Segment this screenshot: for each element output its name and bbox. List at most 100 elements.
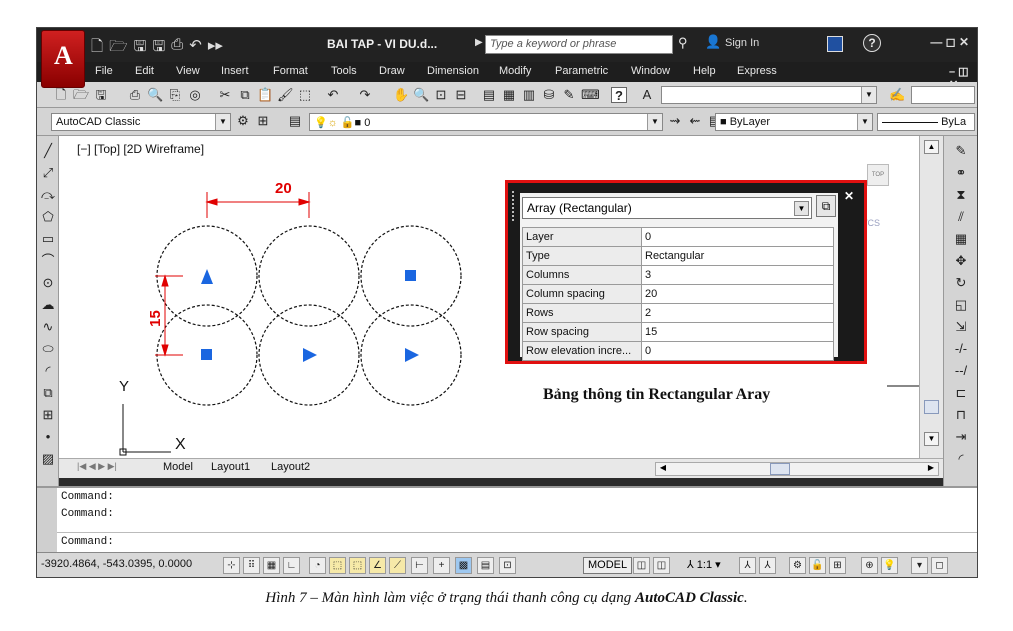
ellipse-arc-icon[interactable]: ◜ xyxy=(39,362,57,380)
snap-mode-icon[interactable]: ⠿ xyxy=(243,557,260,574)
point-icon[interactable]: • xyxy=(39,428,57,446)
publish-icon[interactable]: ⎘ xyxy=(167,87,183,103)
tab-layout1[interactable]: Layout1 xyxy=(211,461,250,473)
mirror-icon[interactable]: ⧗ xyxy=(952,186,970,204)
rectangle-icon[interactable]: ▭ xyxy=(39,230,57,248)
linetype-combo[interactable]: ByLa xyxy=(877,113,975,131)
application-menu-button[interactable]: A xyxy=(41,30,85,88)
open-icon[interactable]: 🗁 xyxy=(109,36,128,61)
extend-icon[interactable]: --/ xyxy=(952,362,970,380)
lightbulb-icon[interactable]: 💡 xyxy=(881,557,898,574)
property-row[interactable]: Type Rectangular xyxy=(522,246,834,266)
menu-view[interactable]: View xyxy=(176,65,200,77)
property-value[interactable]: 0 xyxy=(641,227,834,247)
user-icon[interactable]: 👤 xyxy=(705,34,721,50)
text-style-icon[interactable]: A xyxy=(639,87,655,103)
pan-icon[interactable]: ✋ xyxy=(393,87,409,103)
annotation-visibility-icon[interactable]: ⅄ xyxy=(739,557,756,574)
menu-tools[interactable]: Tools xyxy=(331,65,357,77)
layer-previous-icon[interactable]: ⇜ xyxy=(687,113,703,129)
block-editor-icon[interactable]: ⬚ xyxy=(297,87,313,103)
saveas-icon[interactable]: 🖫 xyxy=(152,36,165,61)
ellipse-icon[interactable]: ⬭ xyxy=(39,340,57,358)
insert-block-icon[interactable]: ⧉ xyxy=(39,384,57,402)
infer-constraints-icon[interactable]: ⊹ xyxy=(223,557,240,574)
scroll-right-button[interactable]: ▶ xyxy=(924,463,938,475)
scroll-up-button[interactable]: ▲ xyxy=(924,140,939,154)
horizontal-scrollbar[interactable]: ◀ ▶ xyxy=(655,462,939,476)
lineweight-icon[interactable]: + xyxy=(433,557,450,574)
save-icon[interactable]: 🖫 xyxy=(93,87,109,103)
workspace-combo[interactable]: AutoCAD Classic ▼ xyxy=(51,113,231,131)
h-scroll-thumb[interactable] xyxy=(770,463,790,475)
paste-icon[interactable]: 📋 xyxy=(257,87,273,103)
chamfer-icon[interactable]: ⇥ xyxy=(952,428,970,446)
selection-cycling-icon[interactable]: ⊡ xyxy=(499,557,516,574)
grip-square[interactable] xyxy=(405,270,416,281)
arc-icon[interactable]: ⌒ xyxy=(39,252,57,270)
object-type-dropdown[interactable]: Array (Rectangular) ▼ xyxy=(522,197,812,219)
menu-express[interactable]: Express xyxy=(737,65,777,77)
make-block-icon[interactable]: ⊞ xyxy=(39,406,57,424)
undo-icon[interactable]: ↶ xyxy=(189,36,202,61)
exchange-icon[interactable] xyxy=(827,36,843,52)
new-icon[interactable]: 🗋 xyxy=(53,87,69,103)
property-value[interactable]: 0 xyxy=(641,341,834,361)
property-row[interactable]: Columns 3 xyxy=(522,265,834,285)
dynamic-ucs-icon[interactable]: ⟋ xyxy=(389,557,406,574)
menu-insert[interactable]: Insert xyxy=(221,65,249,77)
design-center-icon[interactable]: ▦ xyxy=(501,87,517,103)
quick-properties-icon[interactable]: ▤ xyxy=(477,557,494,574)
scale-icon[interactable]: ◱ xyxy=(952,296,970,314)
menu-dimension[interactable]: Dimension xyxy=(427,65,479,77)
menu-file[interactable]: File xyxy=(95,65,113,77)
viewcube[interactable]: TOP xyxy=(867,164,889,186)
text-style-combo[interactable]: ▼ xyxy=(661,86,877,104)
property-row[interactable]: Rows 2 xyxy=(522,303,834,323)
sheet-set-icon[interactable]: ⛁ xyxy=(541,87,557,103)
menu-help[interactable]: Help xyxy=(693,65,716,77)
stretch-icon[interactable]: ⇲ xyxy=(952,318,970,336)
clean-screen-toggle-icon[interactable]: ◻ xyxy=(931,557,948,574)
isolate-objects-icon[interactable]: ⊕ xyxy=(861,557,878,574)
property-row[interactable]: Layer 0 xyxy=(522,227,834,247)
join-icon[interactable]: ⊓ xyxy=(952,406,970,424)
rotate-icon[interactable]: ↻ xyxy=(952,274,970,292)
zoom-window-icon[interactable]: ⊡ xyxy=(433,87,449,103)
search-arrow-icon[interactable]: ▶ xyxy=(475,37,483,48)
viewport-label[interactable]: [−] [Top] [2D Wireframe] xyxy=(77,142,204,156)
object-snap-icon[interactable]: ⬚ xyxy=(329,557,346,574)
line-icon[interactable]: ╱ xyxy=(39,142,57,160)
erase-icon[interactable]: ✎ xyxy=(952,142,970,160)
property-value[interactable]: Rectangular xyxy=(641,246,834,266)
close-icon[interactable]: ✕ xyxy=(844,189,854,203)
open-icon[interactable]: 🗁 xyxy=(73,87,89,103)
construction-line-icon[interactable]: ⤢ xyxy=(39,164,57,182)
new-icon[interactable]: 🗋 xyxy=(91,36,103,61)
fillet-icon[interactable]: ◜ xyxy=(952,450,970,468)
menu-edit[interactable]: Edit xyxy=(135,65,154,77)
quick-view-drawings-icon[interactable]: ◫ xyxy=(653,557,670,574)
save-icon[interactable]: 🖫 xyxy=(134,36,147,61)
help-button[interactable]: ? xyxy=(863,34,881,52)
tool-palettes-icon[interactable]: ▥ xyxy=(521,87,537,103)
tab-model[interactable]: Model xyxy=(163,461,193,473)
help-icon[interactable]: ? xyxy=(611,87,627,103)
cut-icon[interactable]: ✂ xyxy=(217,87,233,103)
dim-style-combo[interactable] xyxy=(911,86,975,104)
3d-osnap-icon[interactable]: ⬚ xyxy=(349,557,366,574)
property-value[interactable]: 15 xyxy=(641,322,834,342)
vertical-scrollbar[interactable]: ▲ ▼ xyxy=(919,136,943,458)
spline-icon[interactable]: ∿ xyxy=(39,318,57,336)
undo-icon[interactable]: ↶ xyxy=(325,87,341,103)
properties-icon[interactable]: ▤ xyxy=(481,87,497,103)
binoculars-icon[interactable]: ⚲ xyxy=(678,35,688,51)
preview-icon[interactable]: 🔍 xyxy=(147,87,163,103)
application-status-icon[interactable]: ▾ xyxy=(911,557,928,574)
zoom-previous-icon[interactable]: ⊟ xyxy=(453,87,469,103)
object-snap-tracking-icon[interactable]: ∠ xyxy=(369,557,386,574)
quick-select-icon[interactable]: ⧉ xyxy=(816,195,836,217)
property-value[interactable]: 20 xyxy=(641,284,834,304)
grip-triangle-up[interactable] xyxy=(201,269,213,284)
offset-icon[interactable]: ⫽ xyxy=(952,208,970,226)
